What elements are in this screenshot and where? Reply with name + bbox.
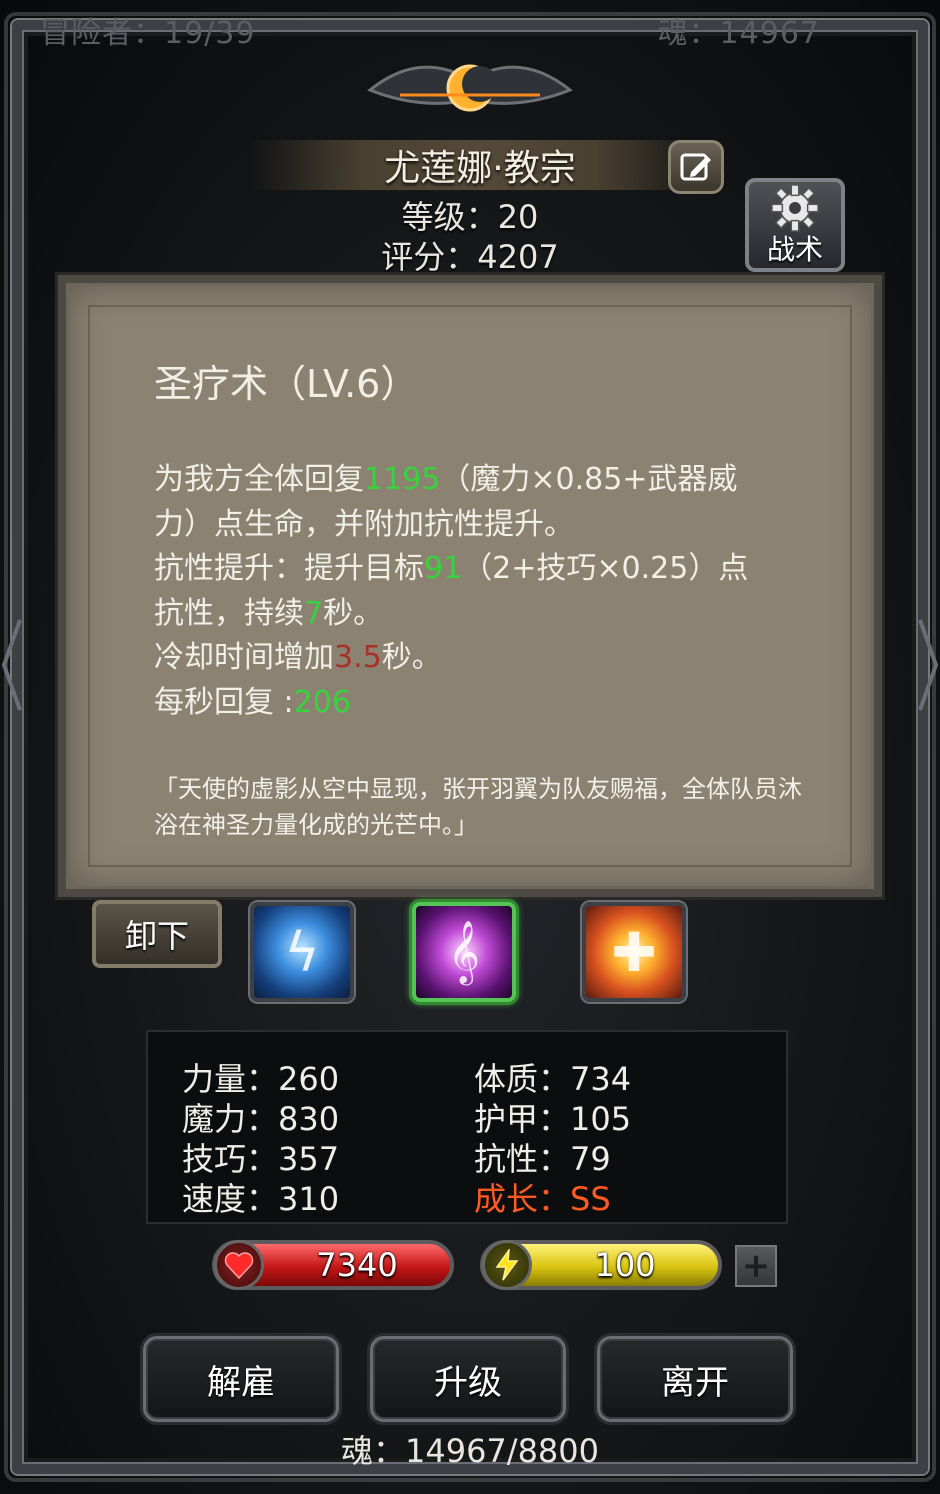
resist-value: 91	[424, 551, 463, 586]
edit-name-button[interactable]	[668, 140, 724, 194]
hp-bar: 7340	[212, 1240, 454, 1290]
desc-text: （2+技巧×0.25）点	[462, 551, 749, 586]
lightning-skill-icon: ϟ	[284, 920, 320, 984]
desc-text: 秒。	[323, 595, 384, 631]
dismiss-label: 解雇	[207, 1362, 275, 1403]
stat-speed: 速度：310	[182, 1180, 340, 1218]
edit-icon	[680, 153, 711, 181]
holy-heal-skill-icon: 𝄞	[448, 920, 480, 983]
stat-growth: 成长：SS	[474, 1180, 611, 1218]
chevron-left-icon	[1, 619, 22, 711]
unequip-button[interactable]: 卸下	[92, 900, 222, 968]
lightning-bolt-icon	[482, 1240, 532, 1290]
desc-text: 秒。	[381, 640, 442, 675]
chevron-right-icon	[918, 619, 939, 711]
prev-hero-arrow[interactable]	[0, 610, 24, 720]
cooldown-value: 3.5	[334, 640, 382, 675]
upgrade-label: 升级	[434, 1362, 502, 1403]
unequip-label: 卸下	[124, 917, 189, 955]
gear-icon	[771, 184, 819, 232]
crest-ornament-icon	[367, 64, 573, 112]
skill-detail-panel: 圣疗术（LV.6） 为我方全体回复1195（魔力×0.85+武器威 力）点生命，…	[58, 275, 882, 897]
tactics-button[interactable]: 战术	[745, 178, 845, 272]
heart-icon	[214, 1240, 264, 1290]
next-hero-arrow[interactable]	[916, 610, 940, 720]
energy-value: 100	[594, 1246, 656, 1284]
upgrade-button[interactable]: 升级	[370, 1336, 566, 1422]
desc-text: 冷却时间增加	[154, 640, 334, 675]
stats-box: 力量：260 魔力：830 技巧：357 速度：310 体质：734 护甲：10…	[146, 1030, 788, 1224]
skill-title: 圣疗术（LV.6）	[154, 362, 419, 406]
leave-button[interactable]: 离开	[597, 1336, 793, 1422]
skill-slot-lightning[interactable]: ϟ	[250, 902, 354, 1002]
hero-name-bar: 尤莲娜·教宗	[250, 140, 710, 190]
cross-shield-skill-icon: ✚	[611, 920, 657, 984]
dismiss-button[interactable]: 解雇	[143, 1336, 339, 1422]
heal-value: 1195	[364, 462, 441, 497]
hp-value: 7340	[316, 1246, 398, 1284]
desc-text: 为我方全体回复	[154, 462, 364, 497]
skill-slot-holy-heal[interactable]: 𝄞	[412, 902, 516, 1002]
leave-label: 离开	[661, 1362, 729, 1403]
game-screen: 冒险者：19/39 魂：14967 尤莲娜·教宗 等级：20 评分：4207 战…	[0, 0, 940, 1494]
skill-lore: 「天使的虚影从空中显现，张开羽翼为队友赐福，全体队员沐浴在神圣力量化成的光芒中。…	[154, 775, 802, 839]
desc-text: 抗性提升：提升目标	[154, 551, 424, 586]
duration-value: 7	[304, 595, 324, 631]
plus-icon: +	[741, 1246, 771, 1286]
soul-counter: 魂：14967/8800	[340, 1432, 600, 1470]
soul-count-top: 魂：14967	[657, 16, 820, 51]
adventurer-count: 冒险者：19/39	[40, 16, 256, 51]
energy-bar: 100	[480, 1240, 722, 1290]
regen-value: 206	[293, 684, 351, 720]
desc-text: 抗性，持续	[154, 595, 304, 631]
desc-text: 力）点生命，并附加抗性提升。	[154, 506, 574, 542]
add-energy-button[interactable]: +	[735, 1245, 777, 1287]
desc-text: （魔力×0.85+武器威	[440, 462, 738, 497]
desc-text: 每秒回复 :	[154, 684, 294, 720]
skill-slot-cross-shield[interactable]: ✚	[582, 902, 686, 1002]
tactics-label: 战术	[766, 233, 823, 266]
hero-name: 尤莲娜·教宗	[384, 148, 576, 189]
skill-description: 为我方全体回复1195（魔力×0.85+武器威 力）点生命，并附加抗性提升。 抗…	[154, 458, 814, 725]
